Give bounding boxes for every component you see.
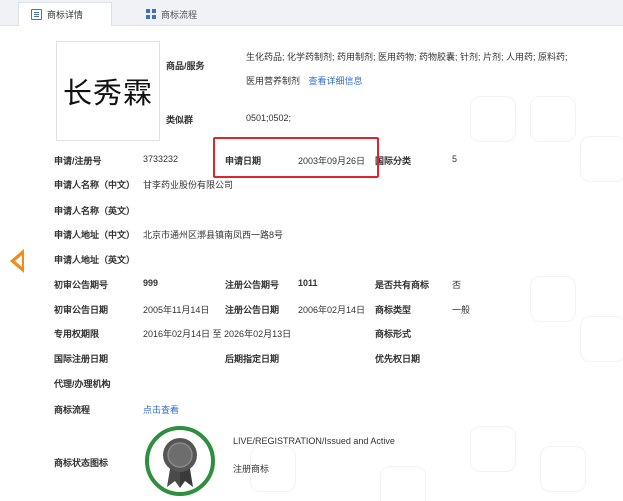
tab-label: 商标详情 bbox=[47, 10, 84, 20]
process-label: 商标流程 bbox=[54, 405, 91, 415]
address-cn-label: 申请人地址（中文） bbox=[54, 230, 136, 240]
agent-label: 代理/办理机构 bbox=[54, 379, 111, 389]
goods-services-label: 商品/服务 bbox=[166, 61, 205, 71]
similar-group-value: 0501;0502; bbox=[246, 113, 292, 123]
watermark bbox=[530, 276, 576, 322]
status-registered-text: 注册商标 bbox=[233, 464, 270, 474]
goods-services-value: 生化药品; 化学药制剂; 药用制剂; 医用药物; 药物胶囊; 针剂; 片剂; 人… bbox=[246, 52, 568, 86]
exclusive-label: 专用权期限 bbox=[54, 329, 100, 339]
watermark bbox=[470, 96, 516, 142]
reg-pub-date-value: 2006年02月14日 bbox=[298, 305, 366, 315]
status-label: 商标状态图标 bbox=[54, 458, 109, 468]
tab-bar: 商标详情 商标流程 bbox=[0, 0, 623, 26]
address-cn-value: 北京市通州区漷县镇南凤西一路8号 bbox=[143, 230, 284, 240]
prelim-no-label: 初审公告期号 bbox=[54, 280, 109, 290]
trademark-image: 长秀霖 bbox=[56, 41, 160, 141]
shared-value: 否 bbox=[452, 280, 462, 290]
reg-pub-no-value: 1011 bbox=[298, 278, 318, 288]
prelim-no-value: 999 bbox=[143, 278, 159, 288]
reg-pub-date-label: 注册公告日期 bbox=[225, 305, 280, 315]
form-label: 商标形式 bbox=[375, 329, 412, 339]
watermark bbox=[580, 316, 623, 362]
later-designation-label: 后期指定日期 bbox=[225, 354, 280, 364]
watermark bbox=[530, 96, 576, 142]
exclusive-value: 2016年02月14日 至 2026年02月13日 bbox=[143, 329, 292, 339]
intl-class-value: 5 bbox=[452, 154, 458, 164]
watermark bbox=[470, 426, 516, 472]
document-icon bbox=[31, 9, 42, 20]
view-process-link[interactable]: 点击查看 bbox=[143, 403, 179, 416]
reg-no-label: 申请/注册号 bbox=[54, 156, 102, 166]
status-text: LIVE/REGISTRATION/Issued and Active bbox=[233, 436, 395, 446]
watermark bbox=[540, 446, 586, 492]
registered-seal-icon bbox=[145, 426, 215, 496]
tab-trademark-details[interactable]: 商标详情 bbox=[18, 2, 112, 26]
type-label: 商标类型 bbox=[375, 305, 412, 315]
intl-class-label: 国际分类 bbox=[375, 156, 412, 166]
applicant-cn-value: 甘李药业股份有限公司 bbox=[143, 180, 234, 190]
tab-trademark-process[interactable]: 商标流程 bbox=[134, 2, 230, 26]
highlight-box bbox=[213, 137, 379, 178]
applicant-cn-label: 申请人名称（中文） bbox=[54, 180, 136, 190]
similar-group-label: 类似群 bbox=[166, 115, 194, 125]
watermark bbox=[380, 466, 426, 501]
prelim-date-label: 初审公告日期 bbox=[54, 305, 109, 315]
watermark bbox=[580, 136, 623, 182]
prelim-date-value: 2005年11月14日 bbox=[143, 305, 210, 315]
detail-panel: 长秀霖 商品/服务 生化药品; 化学药制剂; 药用制剂; 医用药物; 药物胶囊;… bbox=[0, 26, 623, 501]
address-en-label: 申请人地址（英文） bbox=[54, 255, 136, 265]
shared-label: 是否共有商标 bbox=[375, 280, 430, 290]
chevron-left-icon[interactable] bbox=[10, 249, 24, 273]
trademark-image-text: 长秀霖 bbox=[62, 76, 153, 110]
tab-label: 商标流程 bbox=[161, 9, 198, 20]
reg-no-value: 3733232 bbox=[143, 154, 179, 164]
reg-pub-no-label: 注册公告期号 bbox=[225, 280, 280, 290]
type-value: 一般 bbox=[452, 305, 471, 315]
view-details-link[interactable]: 查看详细信息 bbox=[309, 76, 363, 86]
intl-reg-date-label: 国际注册日期 bbox=[54, 354, 109, 364]
applicant-en-label: 申请人名称（英文） bbox=[54, 206, 136, 216]
grid-icon bbox=[146, 9, 156, 19]
priority-date-label: 优先权日期 bbox=[375, 354, 421, 364]
